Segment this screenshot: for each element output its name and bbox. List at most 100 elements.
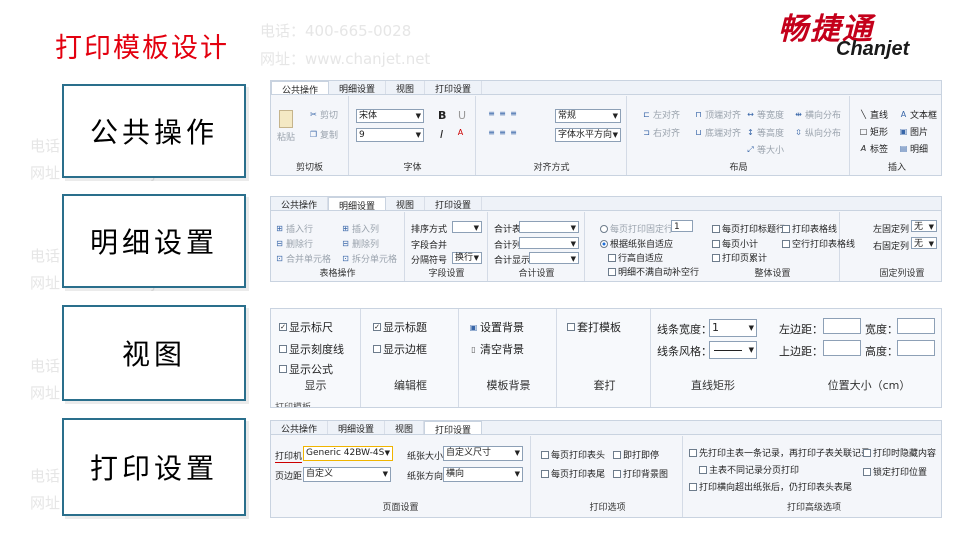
footer-each-checkbox[interactable] (541, 469, 549, 478)
line-button[interactable]: ╲ 直线 (859, 108, 888, 121)
show-title-option[interactable]: ✓ 显示标题 (373, 319, 427, 335)
lock-pos-option[interactable]: 锁定打印位置 (863, 465, 927, 478)
label-button[interactable]: A 标签 (859, 142, 888, 155)
title-row-checkbox[interactable] (712, 224, 720, 233)
tab-view[interactable]: 视图 (386, 81, 426, 95)
hide-empty-option[interactable]: 打印时隐藏内容 (863, 446, 936, 459)
detail-button[interactable]: ▤ 明细 (899, 142, 928, 155)
total-table-select[interactable]: ▼ (519, 221, 579, 233)
title-row-option[interactable]: 每页打印标题行 (712, 222, 785, 235)
row-fit-checkbox[interactable] (608, 253, 616, 262)
print-pause-option[interactable]: 即打即停 (613, 448, 659, 461)
sort-select[interactable]: ▼ (452, 221, 482, 233)
show-title-checkbox[interactable]: ✓ (373, 323, 381, 331)
top-align-button[interactable]: ⊓ 顶端对齐 (694, 108, 741, 121)
bottom-align-button[interactable]: ⊔ 底端对齐 (694, 126, 741, 139)
equal-height-button[interactable]: ↕ 等高度 (746, 126, 784, 139)
equal-width-button[interactable]: ↔ 等宽度 (746, 108, 784, 121)
show-formula-option[interactable]: 显示公式 (279, 361, 333, 377)
header-each-checkbox[interactable] (541, 450, 549, 459)
adv1-checkbox[interactable] (689, 448, 697, 457)
copy-button[interactable]: ❐ 复制 (309, 128, 338, 141)
equal-size-button[interactable]: ⤢ 等大小 (746, 143, 784, 156)
adv1-option[interactable]: 先打印主表一条记录，再打印子表关联记录 (689, 446, 870, 459)
show-border-checkbox[interactable] (373, 345, 381, 353)
height-input[interactable] (897, 340, 935, 356)
header-each-option[interactable]: 每页打印表头 (541, 448, 605, 461)
print-pause-checkbox[interactable] (613, 450, 621, 459)
page-total-checkbox[interactable] (712, 253, 720, 262)
fit-paper-option[interactable]: 根据纸张自适应 (600, 237, 673, 250)
hide-empty-checkbox[interactable] (863, 448, 871, 457)
show-scale-option[interactable]: 显示刻度线 (279, 341, 344, 357)
fit-paper-radio[interactable] (600, 239, 608, 248)
tab-common-ops[interactable]: 公共操作 (271, 197, 329, 211)
total-col-select[interactable]: ▼ (519, 237, 579, 249)
adv3-checkbox[interactable] (689, 482, 697, 491)
delete-col-button[interactable]: ⊟ 删除列 (341, 237, 379, 250)
top-margin-input[interactable] (823, 340, 861, 356)
italic-button[interactable]: I (440, 128, 443, 141)
underline-button[interactable]: U (458, 109, 466, 122)
page-subtotal-option[interactable]: 每页小计 (712, 237, 758, 250)
tab-common-ops[interactable]: 公共操作 (271, 81, 330, 96)
rect-button[interactable]: □ 矩形 (859, 125, 888, 138)
merge-cells-button[interactable]: ⊡ 合并单元格 (275, 252, 331, 265)
insert-row-button[interactable]: ⊞ 插入行 (275, 222, 313, 235)
total-show-select[interactable]: ▼ (529, 252, 579, 264)
show-formula-checkbox[interactable] (279, 365, 287, 373)
delete-row-button[interactable]: ⊟ 删除行 (275, 237, 313, 250)
lock-pos-checkbox[interactable] (863, 467, 871, 476)
split-cells-button[interactable]: ⊡ 拆分单元格 (341, 252, 397, 265)
h-align-select[interactable]: 字体水平方向 ▼ (555, 128, 621, 142)
line-width-select[interactable]: 1 ▼ (709, 319, 757, 337)
tab-detail[interactable]: 明细设置 (329, 81, 387, 95)
width-input[interactable] (897, 318, 935, 334)
tab-print[interactable]: 打印设置 (425, 81, 483, 95)
left-fixed-select[interactable]: 无 ▼ (911, 220, 937, 232)
footer-each-option[interactable]: 每页打印表尾 (541, 467, 605, 480)
grid-lines-checkbox[interactable] (782, 224, 790, 233)
insert-col-button[interactable]: ⊞ 插入列 (341, 222, 379, 235)
paste-button[interactable]: 粘贴 (277, 110, 295, 143)
set-bg-button[interactable]: ▣ 设置背景 (469, 319, 524, 335)
print-bg-checkbox[interactable] (613, 469, 621, 478)
tab-common-ops[interactable]: 公共操作 (271, 421, 329, 435)
font-name-select[interactable]: 宋体 ▼ (356, 109, 424, 123)
blank-grid-checkbox[interactable] (782, 239, 790, 248)
margin-select[interactable]: 自定义 ▼ (303, 467, 391, 482)
no-fill-checkbox[interactable] (608, 267, 616, 276)
tab-detail[interactable]: 明细设置 (328, 197, 387, 212)
show-scale-checkbox[interactable] (279, 345, 287, 353)
sep-select[interactable]: 换行 ▼ (452, 252, 482, 264)
printer-select[interactable]: Generic 42BW-4S ▼ (303, 446, 393, 461)
left-align-button[interactable]: ⊏ 左对齐 (642, 108, 680, 121)
paper-dir-select[interactable]: 横向 ▼ (443, 467, 523, 482)
tab-print[interactable]: 打印设置 (424, 421, 483, 436)
h-distribute-button[interactable]: ⇹ 横向分布 (794, 108, 841, 121)
right-fixed-select[interactable]: 无 ▼ (911, 237, 937, 249)
bold-button[interactable]: B (438, 109, 446, 122)
adv2-option[interactable]: 主表不同记录分页打印 (699, 463, 799, 476)
tab-view[interactable]: 视图 (385, 421, 425, 435)
line-style-select[interactable]: ▼ (709, 341, 757, 359)
v-distribute-button[interactable]: ⇳ 纵向分布 (794, 126, 841, 139)
adv2-checkbox[interactable] (699, 465, 707, 474)
overlay-option[interactable]: 套打模板 (567, 319, 621, 335)
show-ruler-checkbox[interactable]: ✓ (279, 323, 287, 331)
image-button[interactable]: ▣ 图片 (899, 125, 928, 138)
show-border-option[interactable]: 显示边框 (373, 341, 427, 357)
tab-detail[interactable]: 明细设置 (328, 421, 386, 435)
align-mode-select[interactable]: 常规 ▼ (555, 109, 621, 123)
right-align-button[interactable]: ⊐ 右对齐 (642, 126, 680, 139)
align-icons-top[interactable]: ≡ ≡ ≡ (487, 109, 518, 118)
left-margin-input[interactable] (823, 318, 861, 334)
row-fit-option[interactable]: 行高自适应 (608, 251, 663, 264)
align-icons-bottom[interactable]: ≡ ≡ ≡ (487, 128, 518, 137)
cut-button[interactable]: ✂ 剪切 (309, 108, 338, 121)
tab-view[interactable]: 视图 (386, 197, 426, 211)
adv3-option[interactable]: 打印横向超出纸张后，仍打印表头表尾 (689, 480, 852, 493)
show-ruler-option[interactable]: ✓ 显示标尺 (279, 319, 333, 335)
tab-print[interactable]: 打印设置 (425, 197, 483, 211)
fixed-rows-option[interactable]: 每页打印固定行 (600, 222, 673, 235)
